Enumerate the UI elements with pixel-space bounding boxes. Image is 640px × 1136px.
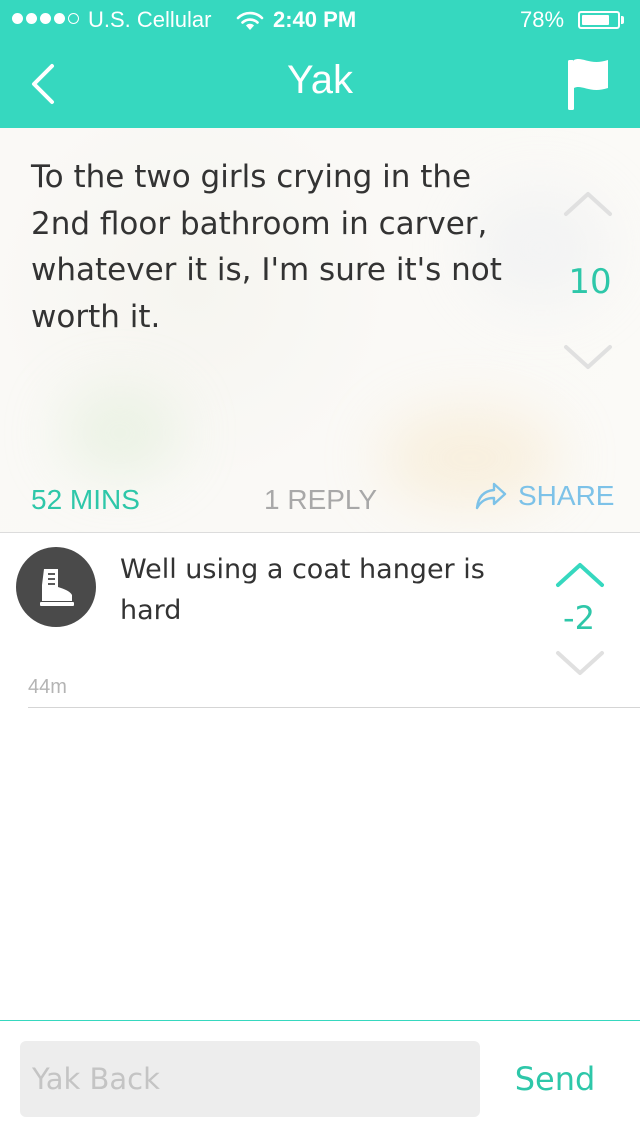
comment-vote-count: -2	[563, 599, 595, 637]
reply-count: 1 REPLY	[264, 484, 378, 515]
comment-item: Well using a coat hanger is hard -2 44m	[0, 533, 640, 708]
carrier-name: U.S. Cellular	[88, 7, 212, 32]
downvote-icon[interactable]	[552, 649, 608, 679]
post-vote-count: 10	[568, 262, 612, 302]
comment-time: 44m	[28, 676, 67, 698]
signal-strength-icon	[12, 13, 79, 24]
reply-input[interactable]	[20, 1041, 480, 1117]
avatar	[16, 547, 96, 627]
nav-bar: Yak	[0, 40, 640, 128]
page-title: Yak	[287, 58, 353, 102]
post-time: 52 MINS	[31, 484, 140, 515]
boot-icon	[40, 569, 74, 606]
post-text: To the two girls crying in the 2nd floor…	[31, 159, 502, 335]
status-time: 2:40 PM	[273, 7, 357, 32]
app-header: U.S. Cellular 2:40 PM 78% Yak	[0, 0, 640, 128]
reply-bar: Send	[0, 1020, 640, 1136]
status-bar: U.S. Cellular 2:40 PM 78%	[0, 0, 640, 40]
post-footer: 52 MINS 1 REPLY SHARE	[0, 480, 640, 520]
share-button[interactable]: SHARE	[474, 480, 614, 512]
share-icon	[475, 482, 507, 510]
flag-icon[interactable]	[562, 56, 612, 112]
upvote-icon[interactable]	[552, 559, 608, 589]
comment-text: Well using a coat hanger is hard	[120, 554, 485, 626]
comment-divider	[28, 707, 640, 708]
wifi-icon	[236, 11, 264, 30]
yak-detail-screen: U.S. Cellular 2:40 PM 78% Yak To the two…	[0, 0, 640, 1136]
battery-icon	[578, 11, 620, 29]
share-label: SHARE	[518, 480, 615, 511]
battery-percentage: 78%	[520, 7, 565, 32]
send-button[interactable]: Send	[496, 1047, 614, 1111]
upvote-icon[interactable]	[560, 188, 616, 218]
main-post: To the two girls crying in the 2nd floor…	[0, 128, 640, 533]
battery-tip	[621, 16, 624, 24]
downvote-icon[interactable]	[560, 343, 616, 373]
